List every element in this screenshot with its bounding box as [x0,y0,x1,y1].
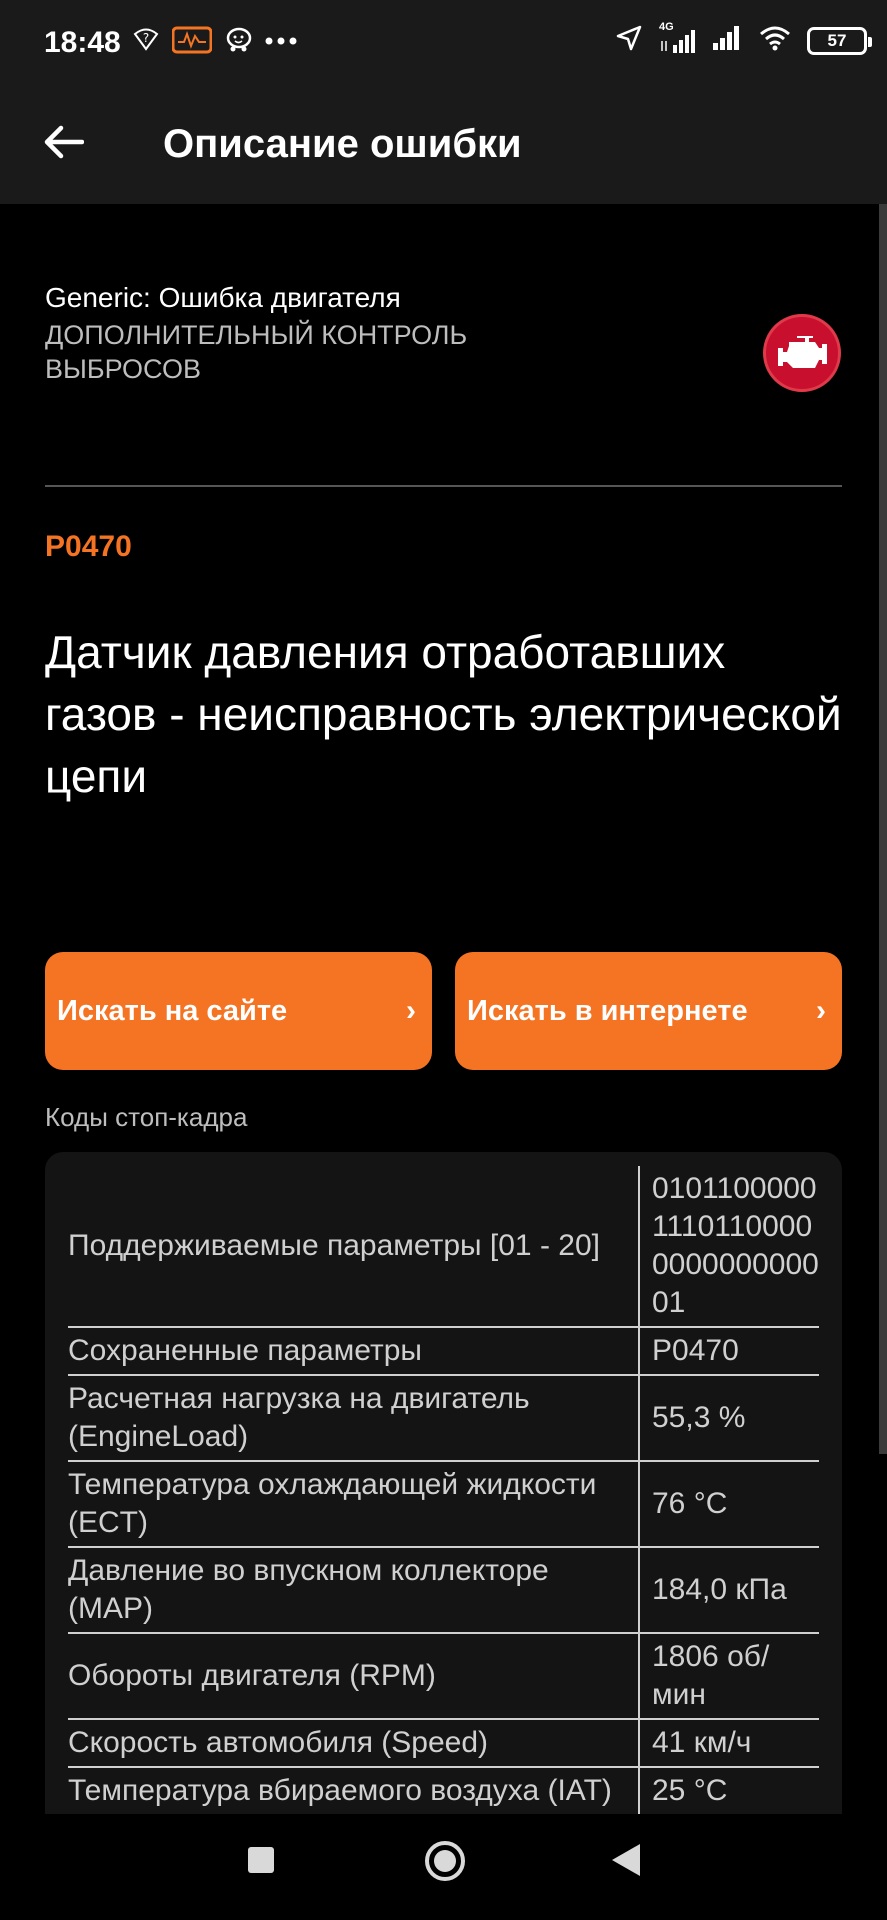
battery-icon: 57 [807,26,872,55]
error-title: Датчик давления отработавших газов - неи… [45,626,842,802]
param-name: Температура охлаждающей жидкости (ECT) [68,1460,639,1547]
home-icon[interactable] [425,1841,465,1881]
error-description-content: Generic: Ошибка двигателя ДОПОЛНИТЕЛЬНЫЙ… [0,204,887,1814]
app-bar: Описание ошибки [0,84,887,204]
param-name: Скорость автомобиля (Speed) [68,1718,639,1767]
param-value: P0470 [638,1326,819,1375]
freeze-frame-table: Поддерживаемые параметры [01 - 20] 01011… [68,1166,819,1814]
signal-icon [711,24,743,57]
system-nav-bar [0,1814,887,1920]
param-value: 25 °C [638,1766,819,1814]
param-name: Поддерживаемые параметры [01 - 20] [68,1229,600,1262]
table-row: Сохраненные параметры P0470 [68,1326,819,1375]
arrow-left-icon [44,125,85,164]
table-row: Температура вбираемого воздуха (IAT) 25 … [68,1766,819,1814]
system-icons: 4G 57 [615,21,872,57]
location-arrow-icon [615,24,643,57]
more-dots-icon [264,33,298,51]
param-value: 1806 об/мин [638,1632,819,1719]
search-site-button[interactable]: Искать на сайте › [45,952,432,1070]
obd-app-icon [171,24,213,59]
back-icon[interactable] [612,1844,640,1876]
param-value: 184,0 кПа [638,1546,819,1633]
signal-4g-icon: 4G [659,21,695,55]
wifi-icon [759,24,791,57]
param-name: Давление во впускном коллекторе (MAP) [68,1546,639,1633]
freeze-frame-card: Поддерживаемые параметры [01 - 20] 01011… [45,1152,842,1814]
table-row: Поддерживаемые параметры [01 - 20] 01011… [68,1166,819,1327]
param-value: 55,3 % [638,1374,819,1461]
svg-text:?: ? [143,31,149,45]
chevron-right-icon: › [406,994,416,1027]
table-row: Давление во впускном коллекторе (MAP) 18… [68,1546,819,1633]
param-name: Сохраненные параметры [68,1326,639,1375]
freeze-frame-label: Коды стоп-кадра [45,1102,248,1132]
error-code: P0470 [45,530,132,563]
table-row: Обороты двигателя (RPM) 1806 об/мин [68,1632,819,1719]
param-value: 76 °C [638,1460,819,1547]
param-value: 41 км/ч [638,1718,819,1767]
chevron-right-icon: › [816,994,826,1027]
check-engine-icon [763,314,841,392]
wifi-question-icon: ? [132,25,160,58]
status-bar: 18:48 ? 4G 57 [0,0,887,84]
error-subcategory: ДОПОЛНИТЕЛЬНЫЙ КОНТРОЛЬ ВЫБРОСОВ [45,320,468,384]
table-row: Температура охлаждающей жидкости (ECT) 7… [68,1460,819,1547]
search-site-label: Искать на сайте [57,994,288,1027]
status-time: 18:48 [44,26,121,59]
recent-apps-icon[interactable] [248,1847,274,1873]
back-button[interactable] [38,118,90,170]
notification-icons: ? [132,24,298,59]
divider [45,485,842,487]
table-row: Расчетная нагрузка на двигатель (EngineL… [68,1374,819,1461]
param-name: Обороты двигателя (RPM) [68,1632,639,1719]
error-category: Generic: Ошибка двигателя [45,282,401,313]
param-name: Расчетная нагрузка на двигатель (EngineL… [68,1374,639,1461]
search-web-button[interactable]: Искать в интернете › [455,952,842,1070]
param-name: Температура вбираемого воздуха (IAT) [68,1766,639,1814]
page-title: Описание ошибки [163,122,522,166]
search-web-label: Искать в интернете [467,994,748,1027]
param-value: 01011000001110110000000000000001 [638,1166,819,1327]
table-row: Скорость автомобиля (Speed) 41 км/ч [68,1718,819,1767]
waze-icon [224,25,252,58]
